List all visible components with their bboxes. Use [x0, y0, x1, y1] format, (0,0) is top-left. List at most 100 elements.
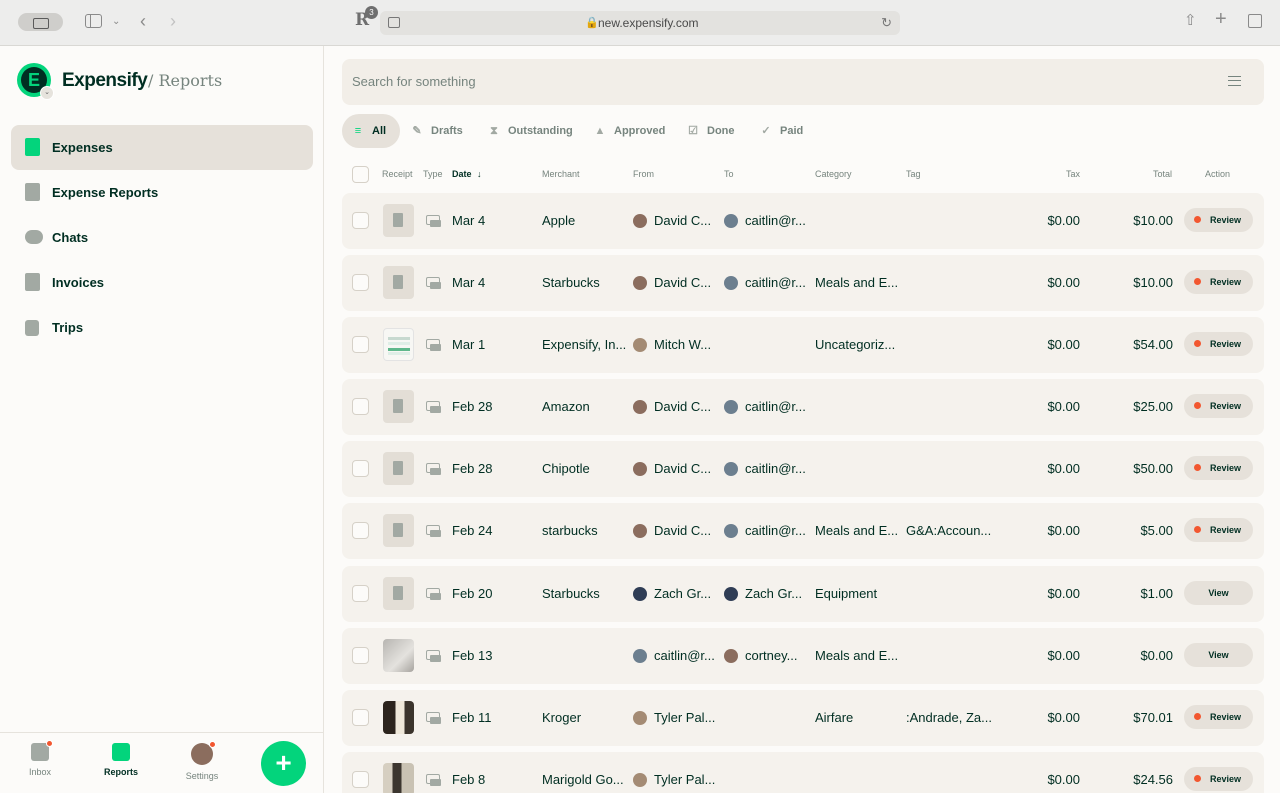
header-type[interactable]: Type	[423, 169, 443, 179]
row-from: Tyler Pal...	[654, 710, 716, 725]
header-receipt[interactable]: Receipt	[382, 169, 413, 179]
sort-arrow-down-icon[interactable]: ↓	[477, 169, 482, 179]
tab-overview-icon[interactable]	[1248, 14, 1262, 28]
row-tax: $0.00	[1047, 399, 1080, 414]
header-tax[interactable]: Tax	[1066, 169, 1080, 179]
tab-approved[interactable]: ▲ Approved	[584, 114, 674, 148]
row-date: Feb 11	[452, 710, 492, 725]
row-from: David C...	[654, 275, 712, 290]
table-row[interactable]: Feb 11 Kroger Tyler Pal... Airfare :Andr…	[342, 690, 1264, 746]
row-checkbox[interactable]	[352, 709, 369, 726]
table-row[interactable]: Mar 1 Expensify, In... Mitch W... Uncate…	[342, 317, 1264, 373]
sidebar-item-label: Expenses	[52, 140, 113, 155]
row-category: Uncategoriz...	[815, 337, 896, 352]
review-button[interactable]: Review	[1184, 270, 1253, 294]
row-from: David C...	[654, 461, 712, 476]
search-bar	[342, 59, 1264, 105]
sidebar-toggle-icon[interactable]	[85, 14, 102, 28]
hourglass-icon: ⧗	[490, 125, 498, 137]
sidebar-item-trips[interactable]: Trips	[11, 305, 313, 350]
receipt-placeholder-icon[interactable]	[383, 514, 414, 547]
review-button[interactable]: Review	[1184, 332, 1253, 356]
table-row[interactable]: Feb 13 caitlin@r... cortney... Meals and…	[342, 628, 1264, 684]
row-merchant: Expensify, In...	[542, 337, 627, 352]
header-total[interactable]: Total	[1153, 169, 1172, 179]
header-to[interactable]: To	[724, 169, 734, 179]
avatar	[633, 773, 647, 787]
receipt-placeholder-icon[interactable]	[383, 452, 414, 485]
receipt-placeholder-icon[interactable]	[383, 577, 414, 610]
review-button[interactable]: Review	[1184, 456, 1253, 480]
table-row[interactable]: Feb 24 starbucks David C... caitlin@r...…	[342, 503, 1264, 559]
receipt-thumbnail[interactable]	[383, 701, 414, 734]
receipt-placeholder-icon[interactable]	[383, 390, 414, 423]
table-row[interactable]: Mar 4 Starbucks David C... caitlin@r... …	[342, 255, 1264, 311]
header-from[interactable]: From	[633, 169, 654, 179]
filter-icon[interactable]	[1228, 76, 1241, 86]
bottom-tab-settings[interactable]: Settings	[172, 741, 232, 781]
row-checkbox[interactable]	[352, 274, 369, 291]
row-checkbox[interactable]	[352, 336, 369, 353]
review-button[interactable]: Review	[1184, 518, 1253, 542]
row-to: caitlin@r...	[745, 461, 806, 476]
search-input[interactable]	[352, 74, 1212, 89]
view-button[interactable]: View	[1184, 581, 1253, 605]
row-date: Feb 8	[452, 772, 486, 787]
row-checkbox[interactable]	[352, 212, 369, 229]
sidebar-item-label: Trips	[52, 320, 84, 335]
row-checkbox[interactable]	[352, 647, 369, 664]
header-merchant[interactable]: Merchant	[542, 169, 580, 179]
bottom-tab-bar: Inbox Reports Settings +	[0, 732, 323, 793]
header-tag[interactable]: Tag	[906, 169, 921, 179]
sidebar-item-expense-reports[interactable]: Expense Reports	[11, 170, 313, 215]
table-row[interactable]: Feb 28 Chipotle David C... caitlin@r... …	[342, 441, 1264, 497]
row-checkbox[interactable]	[352, 585, 369, 602]
tab-all[interactable]: ≡ All	[342, 114, 400, 148]
new-tab-icon[interactable]: +	[1215, 9, 1227, 29]
receipt-thumbnail[interactable]	[383, 763, 414, 793]
profile-switcher-button[interactable]	[18, 13, 63, 31]
select-all-checkbox[interactable]	[352, 166, 369, 183]
receipt-placeholder-icon[interactable]	[383, 204, 414, 237]
tab-drafts[interactable]: ✎ Drafts	[401, 114, 476, 148]
bottom-tab-reports[interactable]: Reports	[91, 743, 151, 777]
forward-arrow-icon[interactable]: ›	[170, 12, 176, 30]
row-category: Equipment	[815, 586, 878, 601]
bottom-tab-inbox[interactable]: Inbox	[10, 740, 70, 777]
table-row[interactable]: Feb 28 Amazon David C... caitlin@r... $0…	[342, 379, 1264, 435]
row-checkbox[interactable]	[352, 771, 369, 788]
review-button[interactable]: Review	[1184, 767, 1253, 791]
row-checkbox[interactable]	[352, 522, 369, 539]
tab-outstanding[interactable]: ⧗ Outstanding	[478, 114, 578, 148]
sidebar-item-label: Invoices	[52, 275, 105, 290]
review-button[interactable]: Review	[1184, 705, 1253, 729]
receipt-thumbnail[interactable]	[383, 328, 414, 361]
action-label: Review	[1210, 712, 1242, 722]
table-row[interactable]: Feb 20 Starbucks Zach Gr... Zach Gr... E…	[342, 566, 1264, 622]
header-category[interactable]: Category	[815, 169, 852, 179]
action-label: Review	[1210, 401, 1242, 411]
tab-done[interactable]: ☑ Done	[677, 114, 747, 148]
row-merchant: Starbucks	[542, 275, 600, 290]
receipt-placeholder-icon[interactable]	[383, 266, 414, 299]
review-button[interactable]: Review	[1184, 394, 1253, 418]
view-button[interactable]: View	[1184, 643, 1253, 667]
sidebar-item-expenses[interactable]: Expenses	[11, 125, 313, 170]
table-row[interactable]: Mar 4 Apple David C... caitlin@r... $0.0…	[342, 193, 1264, 249]
share-icon[interactable]: ⇧	[1184, 13, 1197, 29]
address-bar[interactable]: 🔒 new.expensify.com ↻	[380, 11, 900, 35]
create-button[interactable]: +	[261, 741, 306, 786]
reload-icon[interactable]: ↻	[881, 15, 892, 31]
receipt-thumbnail[interactable]	[383, 639, 414, 672]
review-button[interactable]: Review	[1184, 208, 1253, 232]
table-row[interactable]: Feb 8 Marigold Go... Tyler Pal... $0.00 …	[342, 752, 1264, 793]
header-date[interactable]: Date	[452, 169, 472, 179]
back-arrow-icon[interactable]: ‹	[140, 12, 146, 30]
workspace-switcher-chevron-icon[interactable]: ⌄	[40, 86, 54, 100]
row-checkbox[interactable]	[352, 460, 369, 477]
sidebar-item-invoices[interactable]: Invoices	[11, 260, 313, 305]
row-checkbox[interactable]	[352, 398, 369, 415]
tab-paid[interactable]: ✓ Paid	[750, 114, 812, 148]
chevron-down-icon[interactable]: ⌄	[112, 14, 120, 30]
sidebar-item-chats[interactable]: Chats	[11, 215, 313, 260]
